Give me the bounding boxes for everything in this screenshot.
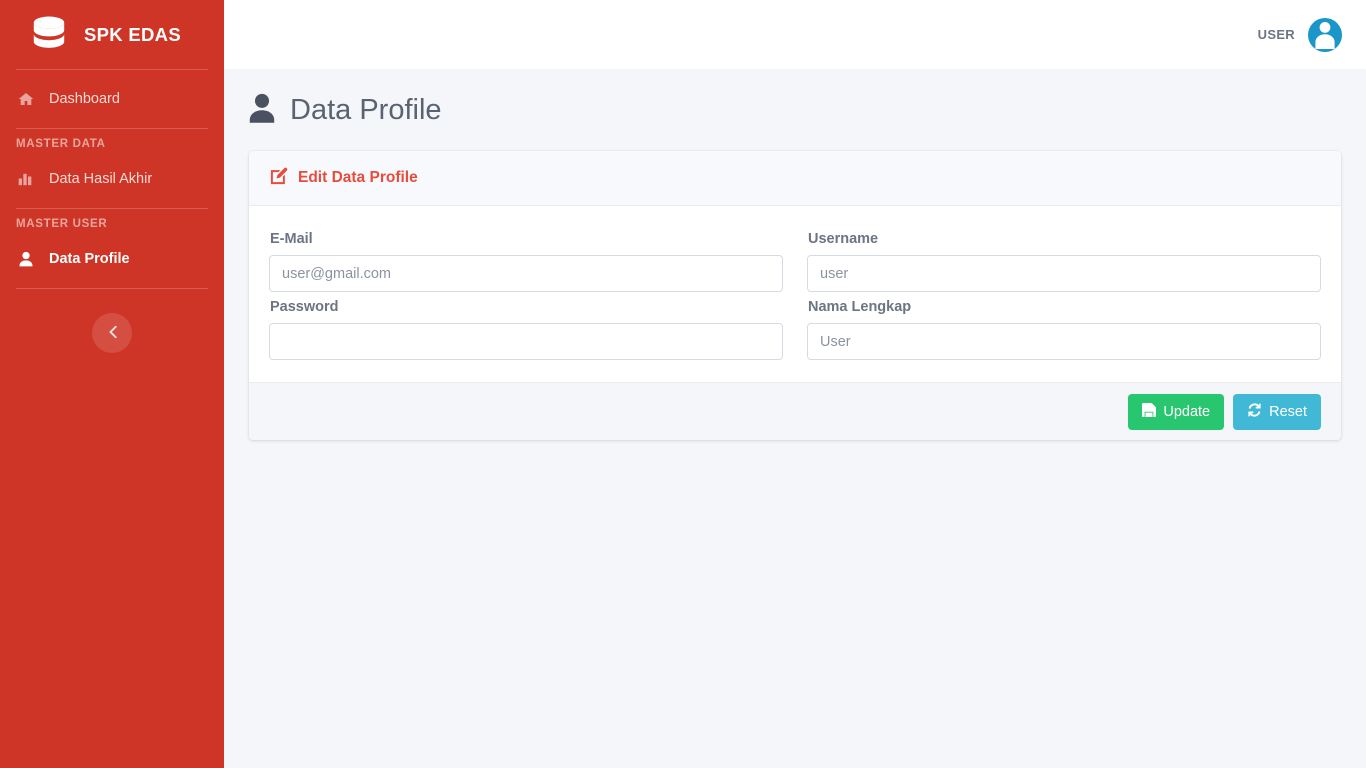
form-row-1: E-Mail Username (269, 224, 1321, 292)
field-password: Password (269, 292, 783, 360)
sidebar-item-label: Dashboard (49, 90, 120, 107)
app-root: SPK EDAS Dashboard MASTER DATA Data Hasi… (0, 0, 1366, 768)
sidebar-collapse-button[interactable] (92, 313, 132, 353)
topbar-user-label: USER (1257, 27, 1295, 42)
field-username: Username (807, 224, 1321, 292)
database-icon (30, 15, 68, 55)
brand-name: SPK EDAS (84, 23, 181, 45)
user-avatar-icon (1308, 18, 1342, 52)
field-email-label: E-Mail (270, 231, 313, 247)
sidebar-item-label: Data Profile (49, 250, 130, 267)
card-footer: Update Reset (249, 382, 1341, 440)
topbar: USER (224, 0, 1366, 69)
brand[interactable]: SPK EDAS (0, 0, 224, 69)
card-title: Edit Data Profile (298, 169, 418, 186)
update-button-label: Update (1163, 403, 1211, 420)
field-password-label: Password (270, 299, 339, 315)
edit-pencil-square-icon (270, 167, 288, 190)
page-title-text: Data Profile (290, 94, 442, 126)
edit-profile-card: Edit Data Profile E-Mail Username Passw (249, 151, 1341, 440)
bar-chart-icon (16, 171, 36, 186)
sidebar-item-label: Data Hasil Akhir (49, 170, 153, 187)
chevron-left-icon (108, 325, 117, 342)
email-input[interactable] (269, 255, 783, 292)
username-input[interactable] (807, 255, 1321, 292)
password-input[interactable] (269, 323, 783, 360)
field-fullname-label: Nama Lengkap (808, 299, 912, 315)
avatar[interactable] (1308, 17, 1342, 52)
sidebar-item-data-hasil-akhir[interactable]: Data Hasil Akhir (0, 159, 224, 198)
card-header: Edit Data Profile (249, 151, 1341, 206)
sidebar-divider-3 (16, 288, 208, 289)
update-button[interactable]: Update (1128, 393, 1225, 430)
user-icon (16, 251, 36, 267)
fullname-input[interactable] (807, 323, 1321, 360)
sidebar-item-data-profile[interactable]: Data Profile (0, 239, 224, 278)
form-row-2: Password Nama Lengkap (269, 292, 1321, 360)
field-username-label: Username (808, 231, 879, 247)
card-body: E-Mail Username Password Nama Lengkap (249, 206, 1341, 382)
reset-button-label: Reset (1269, 403, 1307, 420)
sidebar-item-dashboard[interactable]: Dashboard (0, 79, 224, 118)
reset-button[interactable]: Reset (1233, 393, 1321, 430)
main-content: Data Profile Edit Data Profile E-Mail us… (224, 69, 1366, 768)
sidebar-heading-master-user: MASTER USER (16, 218, 108, 230)
page-title: Data Profile (224, 69, 1366, 128)
sidebar: SPK EDAS Dashboard MASTER DATA Data Hasi… (0, 0, 224, 768)
field-fullname: Nama Lengkap (807, 292, 1321, 360)
home-icon (16, 91, 36, 107)
save-floppy-icon (1142, 402, 1157, 421)
user-icon (249, 93, 275, 128)
refresh-sync-icon (1247, 402, 1262, 421)
sidebar-heading-master-data: MASTER DATA (16, 138, 106, 150)
field-email: E-Mail (269, 224, 783, 292)
